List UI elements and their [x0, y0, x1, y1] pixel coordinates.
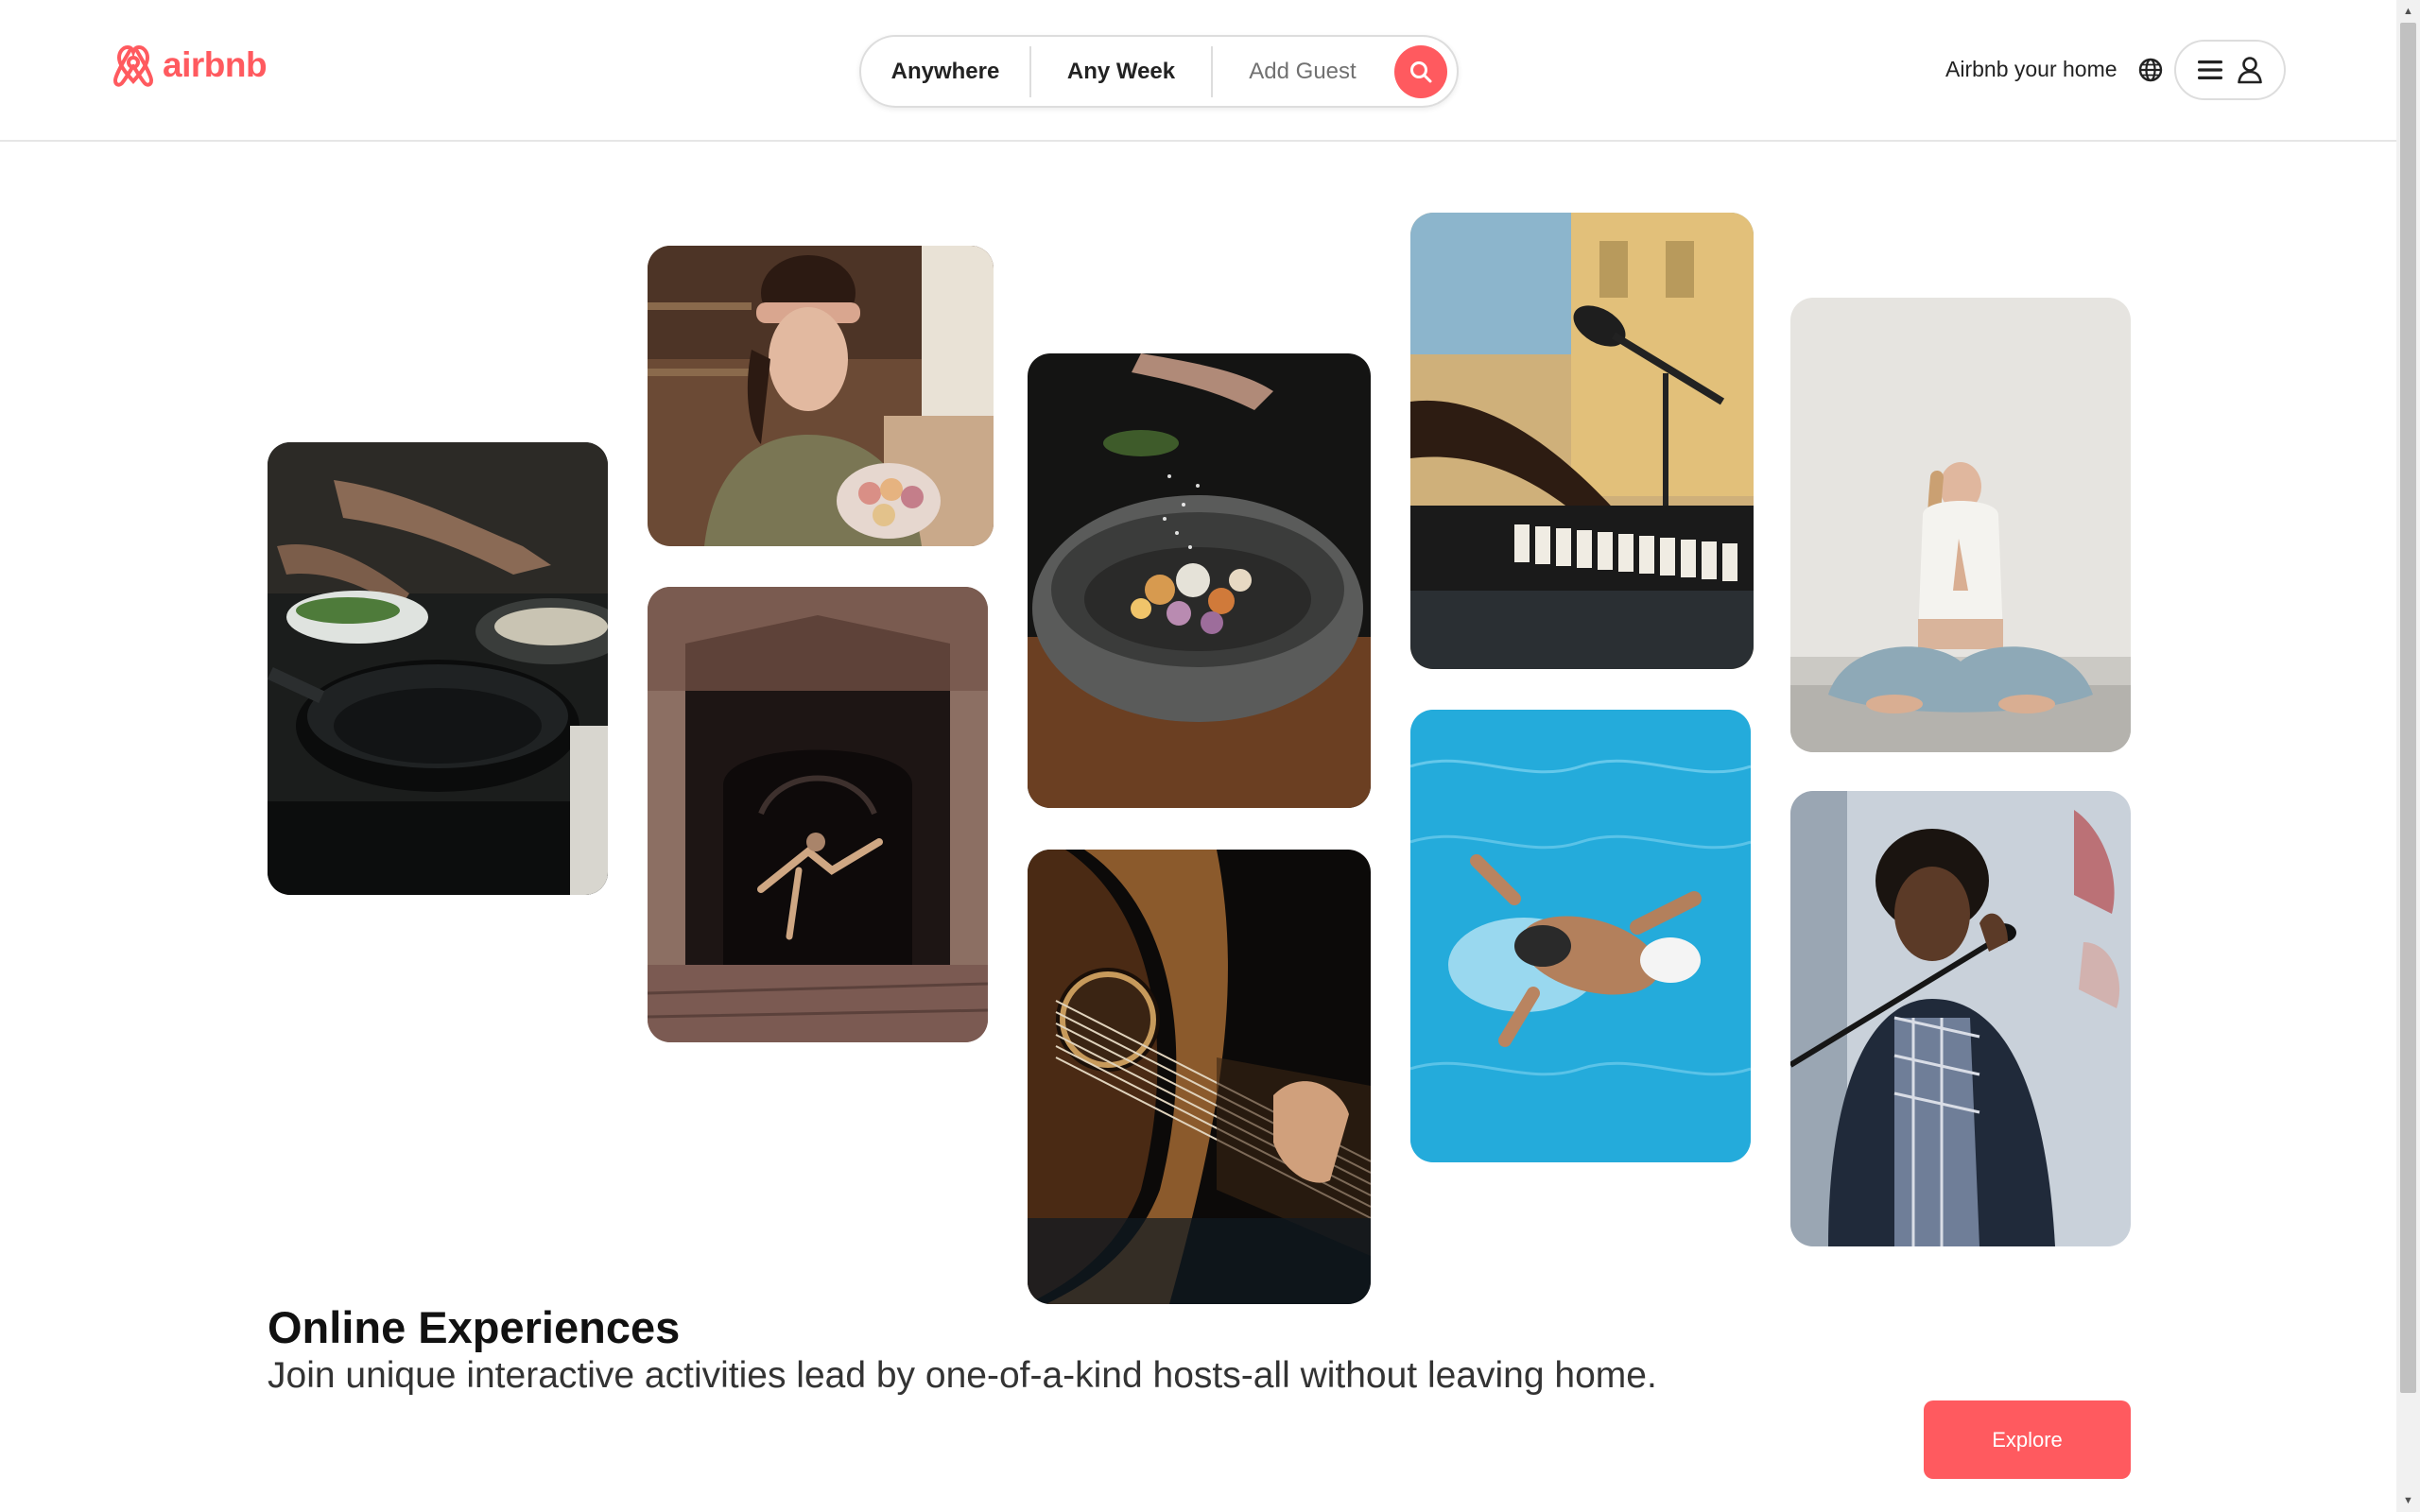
- search-guests[interactable]: Add Guest: [1213, 37, 1392, 106]
- host-link[interactable]: Airbnb your home: [1945, 57, 2118, 82]
- search-button[interactable]: [1394, 44, 1447, 98]
- search-icon: [1410, 60, 1432, 82]
- page-subtitle: Join unique interactive activities lead …: [268, 1355, 1657, 1396]
- top-navbar: airbnb Anywhere Any Week Add Guest Airbn…: [0, 0, 2396, 142]
- page: airbnb Anywhere Any Week Add Guest Airbn…: [0, 0, 2420, 1512]
- photo-guitar-playing: [1028, 850, 1371, 1304]
- photo-singer-at-microphone: [1790, 791, 2131, 1246]
- page-title: Online Experiences: [268, 1302, 681, 1352]
- globe-icon[interactable]: [2138, 58, 2163, 82]
- hamburger-menu-icon: [2198, 60, 2222, 79]
- photo-cooking-pans: [268, 442, 608, 895]
- photo-woman-with-macarons: [648, 246, 994, 546]
- user-icon: [2238, 57, 2262, 84]
- search-dates[interactable]: Any Week: [1031, 37, 1211, 106]
- airbnb-logo[interactable]: airbnb: [112, 42, 268, 89]
- photo-swimmer-in-pool: [1410, 710, 1751, 1162]
- scroll-up-arrow-icon[interactable]: ▲: [2396, 2, 2420, 21]
- photo-yoga-meditation: [1790, 298, 2131, 752]
- scroll-down-arrow-icon[interactable]: ▼: [2396, 1491, 2420, 1510]
- search-bar[interactable]: Anywhere Any Week Add Guest: [859, 35, 1459, 108]
- scrollbar-thumb[interactable]: [2400, 23, 2416, 1393]
- user-menu-button[interactable]: [2174, 40, 2286, 100]
- photo-dancer-in-archway: [648, 587, 988, 1042]
- vertical-scrollbar[interactable]: ▲ ▼: [2396, 0, 2420, 1512]
- airbnb-logo-icon: [112, 44, 154, 87]
- explore-button[interactable]: Explore: [1924, 1400, 2131, 1479]
- photo-salting-bowl: [1028, 353, 1371, 808]
- brand-name: airbnb: [163, 45, 268, 84]
- photo-piano-and-microphone: [1410, 213, 1754, 669]
- search-location[interactable]: Anywhere: [861, 37, 1029, 106]
